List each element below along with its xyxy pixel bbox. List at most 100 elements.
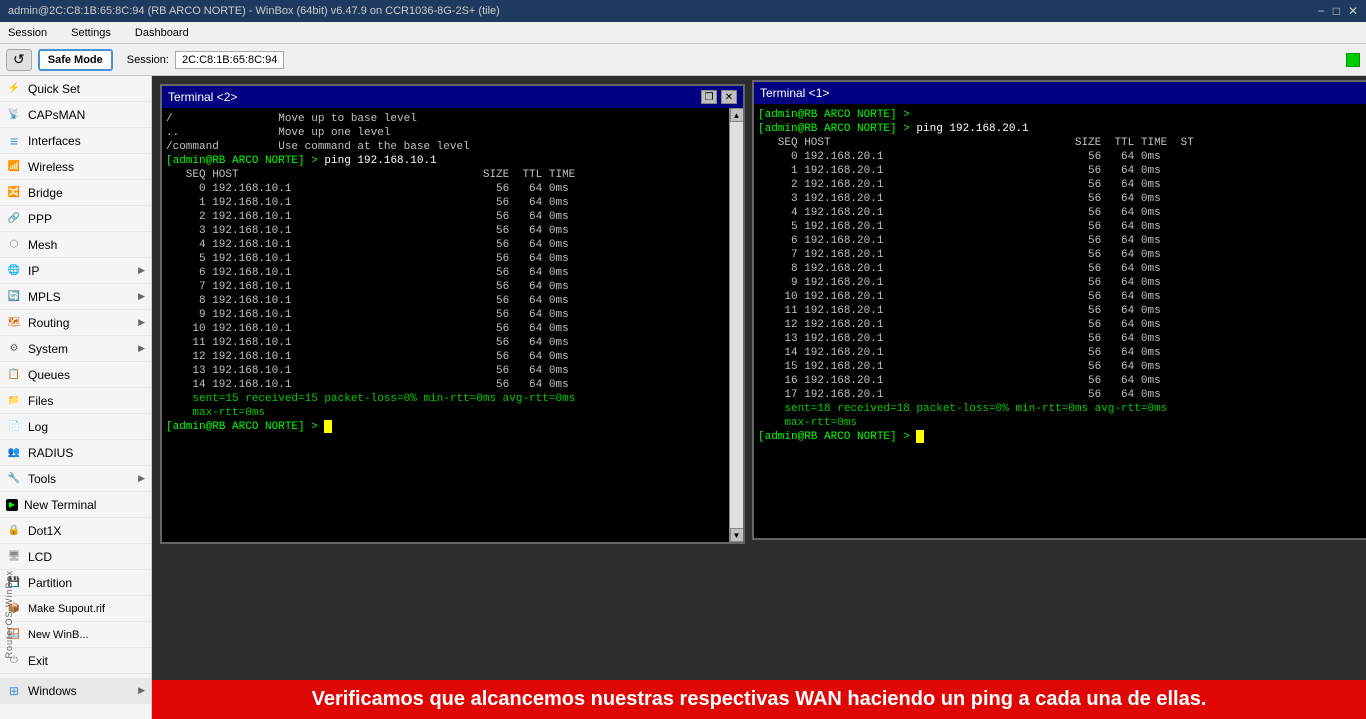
terminal-2-title: Terminal <2> [168,90,237,104]
sidebar-item-partition[interactable]: 💾 Partition [0,570,151,596]
sidebar-item-tools[interactable]: 🔧 Tools ▶ [0,466,151,492]
sidebar-item-windows[interactable]: ⊞ Windows ▶ [0,678,151,704]
bottom-banner: Verificamos que alcancemos nuestras resp… [152,680,1366,719]
sidebar-label-system: System [28,342,138,356]
close-button[interactable]: ✕ [1348,4,1358,18]
log-icon: 📄 [6,419,22,435]
sidebar-item-bridge[interactable]: 🔀 Bridge [0,180,151,206]
terminal-2-body[interactable]: / Move up to base level .. Move up one l… [162,108,729,542]
menu-bar: Session Settings Dashboard [0,22,1366,44]
lcd-icon: 🖥 [6,549,22,565]
routeros-winbox-label: RouterOS WinBox [4,570,14,659]
capsman-icon: 📡 [6,107,22,123]
terminal-2-titlebar: Terminal <2> ❐ ✕ [162,86,743,108]
terminal-1-content: [admin@RB ARCO NORTE] > [admin@RB ARCO N… [758,108,1366,444]
routing-arrow: ▶ [138,317,145,328]
banner-text: Verificamos que alcancemos nuestras resp… [312,688,1207,710]
sidebar-item-radius[interactable]: 👥 RADIUS [0,440,151,466]
sidebar-label-files: Files [28,394,145,408]
windows-arrow: ▶ [138,685,145,696]
terminal-2-restore-button[interactable]: ❐ [701,90,717,104]
sidebar-item-wireless[interactable]: 📶 Wireless [0,154,151,180]
title-text: admin@2C:C8:1B:65:8C:94 (RB ARCO NORTE) … [8,5,500,17]
sidebar-item-make-supout[interactable]: 📦 Make Supout.rif [0,596,151,622]
menu-dashboard[interactable]: Dashboard [131,25,193,41]
menu-settings[interactable]: Settings [67,25,115,41]
terminal-2-content: / Move up to base level .. Move up one l… [166,112,725,434]
routing-icon: 🗺 [6,315,22,331]
sidebar-item-queues[interactable]: 📋 Queues [0,362,151,388]
radius-icon: 👥 [6,445,22,461]
system-arrow: ▶ [138,343,145,354]
sidebar-label-capsman: CAPsMAN [28,108,145,122]
session-value: 2C:C8:1B:65:8C:94 [175,51,284,69]
sidebar-item-mesh[interactable]: ⬡ Mesh [0,232,151,258]
quick-set-icon: ⚡ [6,81,22,97]
content-area: Terminal <2> ❐ ✕ / Move up to base level… [152,76,1366,719]
terminal-1-titlebar: Terminal <1> ❐ ✕ [754,82,1366,104]
sidebar-item-dot1x[interactable]: 🔒 Dot1X [0,518,151,544]
sidebar-label-partition: Partition [28,576,145,590]
terminal-2-scroll-track[interactable] [730,122,744,528]
sidebar-label-dot1x: Dot1X [28,524,145,538]
sidebar-label-make-supout: Make Supout.rif [28,603,145,615]
sidebar-item-new-terminal[interactable]: ▶ New Terminal [0,492,151,518]
ip-arrow: ▶ [138,265,145,276]
sidebar-label-bridge: Bridge [28,186,145,200]
terminal-2-scrollbar[interactable]: ▲ ▼ [729,108,743,542]
sidebar-label-mpls: MPLS [28,290,138,304]
sidebar-label-new-terminal: New Terminal [24,498,145,512]
sidebar-item-ppp[interactable]: 🔗 PPP [0,206,151,232]
sidebar-label-new-winbox: New WinB... [28,629,145,641]
sidebar-label-lcd: LCD [28,550,145,564]
ppp-icon: 🔗 [6,211,22,227]
sidebar-item-new-winbox[interactable]: 🪟 New WinB... [0,622,151,648]
sidebar-label-radius: RADIUS [28,446,145,460]
sidebar-item-ip[interactable]: 🌐 IP ▶ [0,258,151,284]
new-terminal-icon: ▶ [6,499,18,511]
terminal-2-controls: ❐ ✕ [701,90,737,104]
wireless-icon: 📶 [6,159,22,175]
toolbar: ↺ Safe Mode Session: 2C:C8:1B:65:8C:94 [0,44,1366,76]
sidebar-label-exit: Exit [28,654,145,668]
sidebar-label-wireless: Wireless [28,160,145,174]
sidebar-item-system[interactable]: ⚙ System ▶ [0,336,151,362]
sidebar-item-lcd[interactable]: 🖥 LCD [0,544,151,570]
title-bar: admin@2C:C8:1B:65:8C:94 (RB ARCO NORTE) … [0,0,1366,22]
minimize-button[interactable]: − [1318,4,1325,18]
sidebar-label-quick-set: Quick Set [28,82,145,96]
menu-session[interactable]: Session [4,25,51,41]
system-icon: ⚙ [6,341,22,357]
terminal-2-scroll-down[interactable]: ▼ [730,528,744,542]
title-bar-controls: − □ ✕ [1318,4,1358,18]
terminal-1-inner: [admin@RB ARCO NORTE] > [admin@RB ARCO N… [754,104,1366,538]
sidebar-item-routing[interactable]: 🗺 Routing ▶ [0,310,151,336]
mesh-icon: ⬡ [6,237,22,253]
session-label: Session: [127,54,169,66]
sidebar-label-interfaces: Interfaces [28,134,145,148]
dot1x-icon: 🔒 [6,523,22,539]
sidebar-label-windows: Windows [28,684,138,698]
sidebar-item-mpls[interactable]: 🔄 MPLS ▶ [0,284,151,310]
sidebar-item-quick-set[interactable]: ⚡ Quick Set [0,76,151,102]
safe-mode-button[interactable]: Safe Mode [38,49,113,71]
interfaces-icon: ≡ [6,133,22,149]
sidebar-label-tools: Tools [28,472,138,486]
windows-icon: ⊞ [6,683,22,699]
maximize-button[interactable]: □ [1333,4,1340,18]
mpls-arrow: ▶ [138,291,145,302]
refresh-button[interactable]: ↺ [6,49,32,71]
sidebar-item-log[interactable]: 📄 Log [0,414,151,440]
terminal-1-body[interactable]: [admin@RB ARCO NORTE] > [admin@RB ARCO N… [754,104,1366,538]
files-icon: 📁 [6,393,22,409]
sidebar-item-interfaces[interactable]: ≡ Interfaces [0,128,151,154]
mpls-icon: 🔄 [6,289,22,305]
tools-icon: 🔧 [6,471,22,487]
sidebar-item-files[interactable]: 📁 Files [0,388,151,414]
terminal-1-window: Terminal <1> ❐ ✕ [admin@RB ARCO NORTE] >… [752,80,1366,540]
terminal-2-scroll-up[interactable]: ▲ [730,108,744,122]
sidebar-item-capsman[interactable]: 📡 CAPsMAN [0,102,151,128]
sidebar-item-exit[interactable]: ⏻ Exit [0,648,151,674]
terminal-2-close-button[interactable]: ✕ [721,90,737,104]
sidebar-label-routing: Routing [28,316,138,330]
